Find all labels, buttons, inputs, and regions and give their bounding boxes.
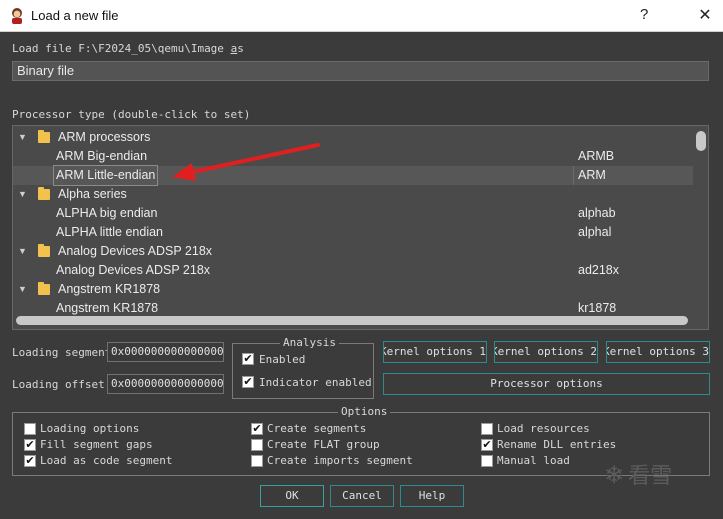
ok-button[interactable]: OK [260,485,324,507]
processor-row[interactable]: ARM Little-endian ARM [13,165,693,186]
column-divider [573,166,574,185]
vertical-scrollbar[interactable] [696,128,706,318]
processor-group-name: Angstrem KR1878 [58,282,161,296]
enabled-checkbox[interactable]: ✔ [242,353,254,365]
load-file-label: Load file F:\F2024_05\qemu\Image as [12,42,244,55]
option-label: Load as code segment [40,454,173,467]
processor-code: alphab [578,206,616,220]
folder-icon [38,282,50,295]
processor-group-row[interactable]: ▼ ARM processors [13,128,693,147]
processor-name: ALPHA big endian [56,206,158,220]
analysis-title: Analysis [280,336,339,349]
option-label: Rename DLL entries [497,438,617,451]
folder-icon [38,130,50,143]
option-checkbox[interactable]: ✔ [24,439,36,451]
option-checkbox[interactable] [481,423,493,435]
loading-offset-label: Loading offset [12,378,105,391]
option-label: Create FLAT group [267,438,380,451]
folder-icon [38,187,50,200]
processor-group-row[interactable]: ▼ Analog Devices ADSP 218x [13,242,693,261]
processor-code: ARMB [578,149,615,163]
help-icon[interactable]: ? [640,6,648,23]
option-checkbox[interactable]: ✔ [24,455,36,467]
horizontal-scrollbar[interactable] [16,316,688,325]
option-checkbox[interactable] [251,439,263,451]
processor-group-name: Alpha series [58,187,127,201]
processor-row[interactable]: Analog Devices ADSP 218x ad218x [13,261,693,280]
option-label: Create imports segment [267,454,413,467]
option-checkbox[interactable] [481,455,493,467]
file-type-field[interactable]: Binary file [12,61,709,81]
processor-name: Analog Devices ADSP 218x [56,263,211,277]
processor-row[interactable]: ALPHA big endian alphab [13,204,693,223]
loading-offset-input[interactable]: 0x0000000000000000 [107,374,224,394]
cancel-button[interactable]: Cancel [330,485,394,507]
snowflake-icon: ❄ [604,461,625,489]
processor-row[interactable]: ARM Big-endian ARMB [13,147,693,166]
vertical-scroll-thumb[interactable] [696,131,706,151]
options-title: Options [338,405,391,418]
kernel-options-2-button[interactable]: Kernel options 2 [494,341,598,363]
processor-name: ARM Big-endian [56,149,148,163]
option-checkbox[interactable] [24,423,36,435]
analysis-group [232,343,374,399]
processor-group-name: ARM processors [58,130,151,144]
window-title: Load a new file [31,8,119,23]
processor-code: ad218x [578,263,620,277]
indicator-enabled-label: Indicator enabled [259,376,372,389]
processor-name: ALPHA little endian [56,225,164,239]
processor-row[interactable]: ALPHA little endian alphal [13,223,693,242]
option-checkbox[interactable] [251,455,263,467]
option-label: Manual load [497,454,570,467]
processor-type-list[interactable]: ▼ ARM processors ARM Big-endian ARMB ARM Lit… [12,125,709,330]
title-bar: Load a new file ? ✕ [0,0,723,32]
chevron-down-icon[interactable]: ▼ [18,242,30,261]
option-checkbox[interactable]: ✔ [251,423,263,435]
processor-group-row[interactable]: ▼ Alpha series [13,185,693,204]
ida-app-icon [12,8,22,24]
processor-type-label: Processor type (double-click to set) [12,108,251,121]
processor-group-name: Analog Devices ADSP 218x [58,244,213,258]
file-path: F:\F2024_05\qemu\Image [78,42,224,55]
chevron-down-icon[interactable]: ▼ [18,128,30,147]
option-label: Load resources [497,422,590,435]
processor-options-button[interactable]: Processor options [383,373,710,395]
processor-code: alphal [578,225,612,239]
processor-code: ARM [578,168,606,182]
chevron-down-icon[interactable]: ▼ [18,185,30,204]
watermark-logo: ❄ 看雪 [604,461,673,489]
kernel-options-1-button[interactable]: Kernel options 1 [383,341,487,363]
processor-group-row[interactable]: ▼ Angstrem KR1878 [13,280,693,299]
as-label: as [230,42,244,55]
indicator-enabled-checkbox[interactable]: ✔ [242,376,254,388]
folder-icon [38,244,50,257]
loading-segment-input[interactable]: 0x0000000000000000 [107,342,224,362]
kernel-options-3-button[interactable]: Kernel options 3 [606,341,710,363]
chevron-down-icon[interactable]: ▼ [18,280,30,299]
enabled-label: Enabled [259,353,306,366]
option-label: Fill segment gaps [40,438,153,451]
close-icon[interactable]: ✕ [693,4,717,28]
option-label: Create segments [267,422,367,435]
processor-name: ARM Little-endian [52,165,159,186]
loading-segment-label: Loading segment [12,346,112,359]
option-checkbox[interactable]: ✔ [481,439,493,451]
option-label: Loading options [40,422,140,435]
help-button[interactable]: Help [400,485,464,507]
